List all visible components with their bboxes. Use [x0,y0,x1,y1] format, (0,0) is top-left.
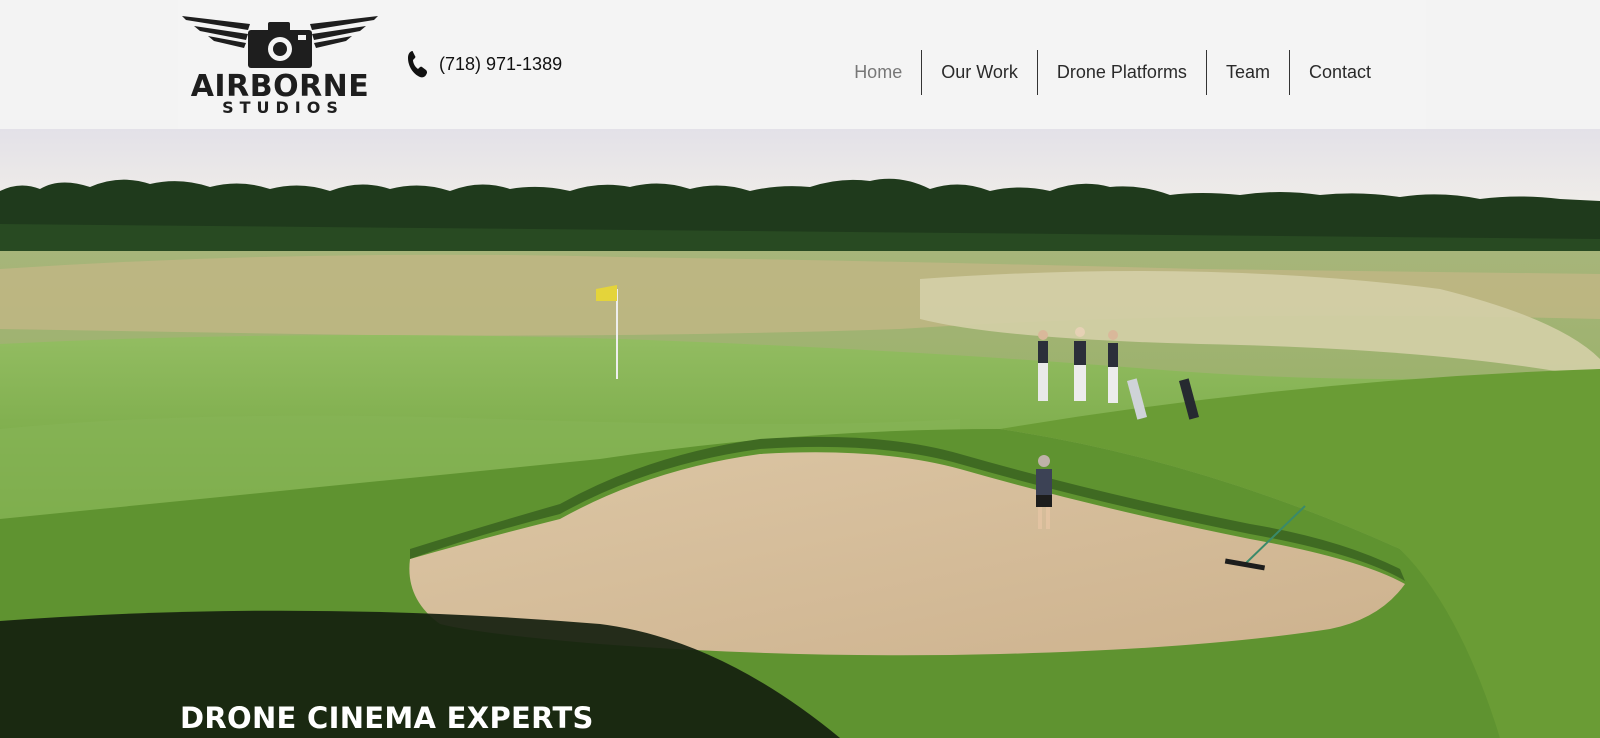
phone-number: (718) 971-1389 [439,53,563,74]
hero-banner: DRONE CINEMA EXPERTS [0,129,1600,738]
site-header: AIRBORNE STUDIOS (718) 971-1389 Home Our… [0,0,1600,129]
nav-contact[interactable]: Contact [1288,50,1390,95]
brand-subname: STUDIOS [222,98,344,117]
phone-icon [408,51,427,78]
brand-logo[interactable]: AIRBORNE STUDIOS [180,10,380,122]
main-nav: Home Our Work Drone Platforms Team Conta… [835,50,1390,95]
winged-camera-logo [182,16,378,68]
nav-team[interactable]: Team [1205,50,1289,95]
nav-home[interactable]: Home [835,50,921,95]
nav-our-work[interactable]: Our Work [921,50,1037,95]
hero-golf-course-image [0,129,1600,738]
hero-tagline: DRONE CINEMA EXPERTS [180,701,594,735]
nav-drone-platforms[interactable]: Drone Platforms [1036,50,1206,95]
phone-contact[interactable]: (718) 971-1389 [407,50,562,78]
